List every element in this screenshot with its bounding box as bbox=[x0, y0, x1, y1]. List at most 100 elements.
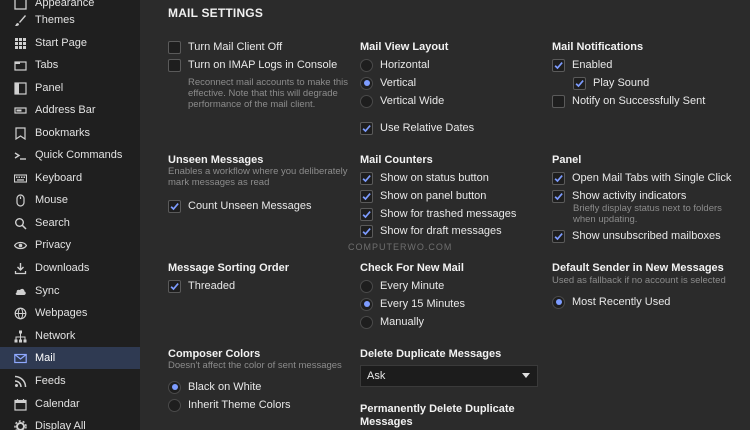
check-icon bbox=[168, 279, 181, 293]
sidebar-item-label: Network bbox=[35, 330, 76, 342]
most-recently-used-radio[interactable]: Most Recently Used bbox=[552, 293, 670, 311]
check-icon bbox=[552, 189, 565, 203]
radio-circle bbox=[360, 315, 373, 329]
sidebar-item-privacy[interactable]: Privacy bbox=[0, 234, 140, 256]
checkbox-box bbox=[552, 94, 565, 108]
sorting-order-heading: Message Sorting Order bbox=[168, 262, 290, 274]
sidebar-item-label: Mail bbox=[35, 352, 56, 364]
mail-view-layout-heading: Mail View Layout bbox=[360, 41, 449, 53]
radio-circle bbox=[168, 380, 181, 394]
radio-label: Vertical Wide bbox=[380, 95, 445, 107]
layout-vertical-radio[interactable]: Vertical bbox=[360, 74, 416, 92]
sidebar-item-downloads[interactable]: Downloads bbox=[0, 257, 140, 279]
check-every-minute-radio[interactable]: Every Minute bbox=[360, 277, 444, 295]
panel-icon bbox=[14, 81, 27, 95]
threaded-checkbox[interactable]: Threaded bbox=[168, 277, 235, 295]
select-value: Ask bbox=[367, 370, 386, 382]
bookmark-icon bbox=[14, 126, 27, 140]
checkbox-label: Turn Mail Client Off bbox=[188, 41, 283, 53]
radio-label: Every Minute bbox=[380, 280, 445, 292]
counter-panel-button-checkbox[interactable]: Show on panel button bbox=[360, 187, 486, 205]
sidebar-item-label: Panel bbox=[35, 82, 64, 94]
radio-circle bbox=[360, 76, 373, 90]
play-sound-checkbox[interactable]: Play Sound bbox=[573, 74, 649, 92]
sidebar-item-label: Calendar bbox=[35, 398, 80, 410]
sidebar-item-quick-commands[interactable]: Quick Commands bbox=[0, 144, 140, 166]
checkbox-label: Count Unseen Messages bbox=[188, 200, 312, 212]
checkbox-label: Show for trashed messages bbox=[380, 208, 517, 220]
radio-circle bbox=[360, 94, 373, 108]
page-title: MAIL SETTINGS bbox=[168, 6, 264, 20]
eye-icon bbox=[14, 239, 27, 252]
unseen-messages-description: Enables a workflow where you deliberatel… bbox=[168, 166, 348, 188]
sidebar-item-bookmarks[interactable]: Bookmarks bbox=[0, 122, 140, 144]
sidebar-item-mouse[interactable]: Mouse bbox=[0, 189, 140, 211]
sidebar-item-network[interactable]: Network bbox=[0, 325, 140, 347]
radio-circle bbox=[168, 398, 181, 412]
check-manually-radio[interactable]: Manually bbox=[360, 313, 424, 331]
check-icon bbox=[360, 207, 373, 221]
sidebar-item-label: Bookmarks bbox=[35, 127, 91, 139]
checkbox-label: Threaded bbox=[188, 280, 236, 292]
sidebar-item-label: Keyboard bbox=[35, 172, 83, 184]
mail-settings-panel: MAIL SETTINGS Turn Mail Client Off Turn … bbox=[140, 0, 750, 430]
single-click-checkbox[interactable]: Open Mail Tabs with Single Click bbox=[552, 169, 731, 187]
sidebar-item-label: Downloads bbox=[35, 262, 90, 274]
relative-dates-checkbox[interactable]: Use Relative Dates bbox=[360, 119, 474, 137]
unsubscribed-mailboxes-checkbox[interactable]: Show unsubscribed mailboxes bbox=[552, 227, 721, 245]
radio-circle bbox=[552, 295, 565, 309]
sidebar-item-search[interactable]: Search bbox=[0, 212, 140, 234]
radio-label: Every 15 Minutes bbox=[380, 298, 465, 310]
watermark: COMPUTERWO.COM bbox=[348, 242, 453, 252]
default-sender-heading: Default Sender in New Messages bbox=[552, 262, 724, 274]
sidebar-item-address-bar[interactable]: Address Bar bbox=[0, 99, 140, 121]
sidebar-item-mail[interactable]: Mail bbox=[0, 347, 140, 369]
counter-status-button-checkbox[interactable]: Show on status button bbox=[360, 169, 489, 187]
cloud-icon bbox=[14, 285, 27, 298]
sidebar-item-feeds[interactable]: Feeds bbox=[0, 370, 140, 392]
inherit-theme-colors-radio[interactable]: Inherit Theme Colors bbox=[168, 396, 291, 414]
check-new-mail-heading: Check For New Mail bbox=[360, 262, 464, 274]
check-icon bbox=[360, 121, 373, 135]
counter-trashed-checkbox[interactable]: Show for trashed messages bbox=[360, 205, 516, 223]
sidebar-item-label: Mouse bbox=[35, 194, 69, 206]
sidebar-item-calendar[interactable]: Calendar bbox=[0, 393, 140, 415]
mail-counters-heading: Mail Counters bbox=[360, 154, 433, 166]
delete-duplicates-select[interactable]: Ask bbox=[360, 365, 538, 387]
sidebar-item-label: Themes bbox=[35, 14, 75, 26]
counter-draft-checkbox[interactable]: Show for draft messages bbox=[360, 222, 502, 240]
check-icon bbox=[552, 171, 565, 185]
mail-icon bbox=[14, 352, 27, 365]
black-on-white-radio[interactable]: Black on White bbox=[168, 378, 261, 396]
check-icon bbox=[552, 229, 565, 243]
checkbox-label: Turn on IMAP Logs in Console bbox=[188, 59, 338, 71]
sidebar-item-webpages[interactable]: Webpages bbox=[0, 302, 140, 324]
checkbox-box bbox=[168, 58, 181, 72]
checkbox-label: Show for draft messages bbox=[380, 225, 502, 237]
checkbox-label: Show activity indicators bbox=[572, 190, 687, 202]
sidebar-item-panel[interactable]: Panel bbox=[0, 77, 140, 99]
notifications-enabled-checkbox[interactable]: Enabled bbox=[552, 56, 612, 74]
mouse-icon bbox=[14, 193, 27, 207]
sidebar-item-tabs[interactable]: Tabs bbox=[0, 54, 140, 76]
count-unseen-checkbox[interactable]: Count Unseen Messages bbox=[168, 197, 312, 215]
imap-logs-checkbox[interactable]: Turn on IMAP Logs in Console bbox=[168, 56, 337, 74]
sidebar-item-themes[interactable]: Themes bbox=[0, 9, 140, 31]
sidebar-item-sync[interactable]: Sync bbox=[0, 280, 140, 302]
sidebar-item-label: Tabs bbox=[35, 59, 59, 71]
unseen-messages-heading: Unseen Messages bbox=[168, 154, 264, 166]
layout-vertical-wide-radio[interactable]: Vertical Wide bbox=[360, 92, 444, 110]
globe-icon bbox=[14, 307, 27, 320]
checkbox-label: Show on status button bbox=[380, 172, 489, 184]
radio-label: Horizontal bbox=[380, 59, 430, 71]
notify-sent-checkbox[interactable]: Notify on Successfully Sent bbox=[552, 92, 705, 110]
checkbox-label: Enabled bbox=[572, 59, 613, 71]
sidebar-item-label: Start Page bbox=[35, 37, 87, 49]
sidebar-item-label: Address Bar bbox=[35, 104, 96, 116]
turn-mail-client-off-checkbox[interactable]: Turn Mail Client Off bbox=[168, 38, 282, 56]
sidebar-item-start-page[interactable]: Start Page bbox=[0, 32, 140, 54]
sidebar-item-keyboard[interactable]: Keyboard bbox=[0, 167, 140, 189]
check-every-15-minutes-radio[interactable]: Every 15 Minutes bbox=[360, 295, 465, 313]
sidebar-item-display-all[interactable]: Display All bbox=[0, 415, 140, 430]
layout-horizontal-radio[interactable]: Horizontal bbox=[360, 56, 430, 74]
